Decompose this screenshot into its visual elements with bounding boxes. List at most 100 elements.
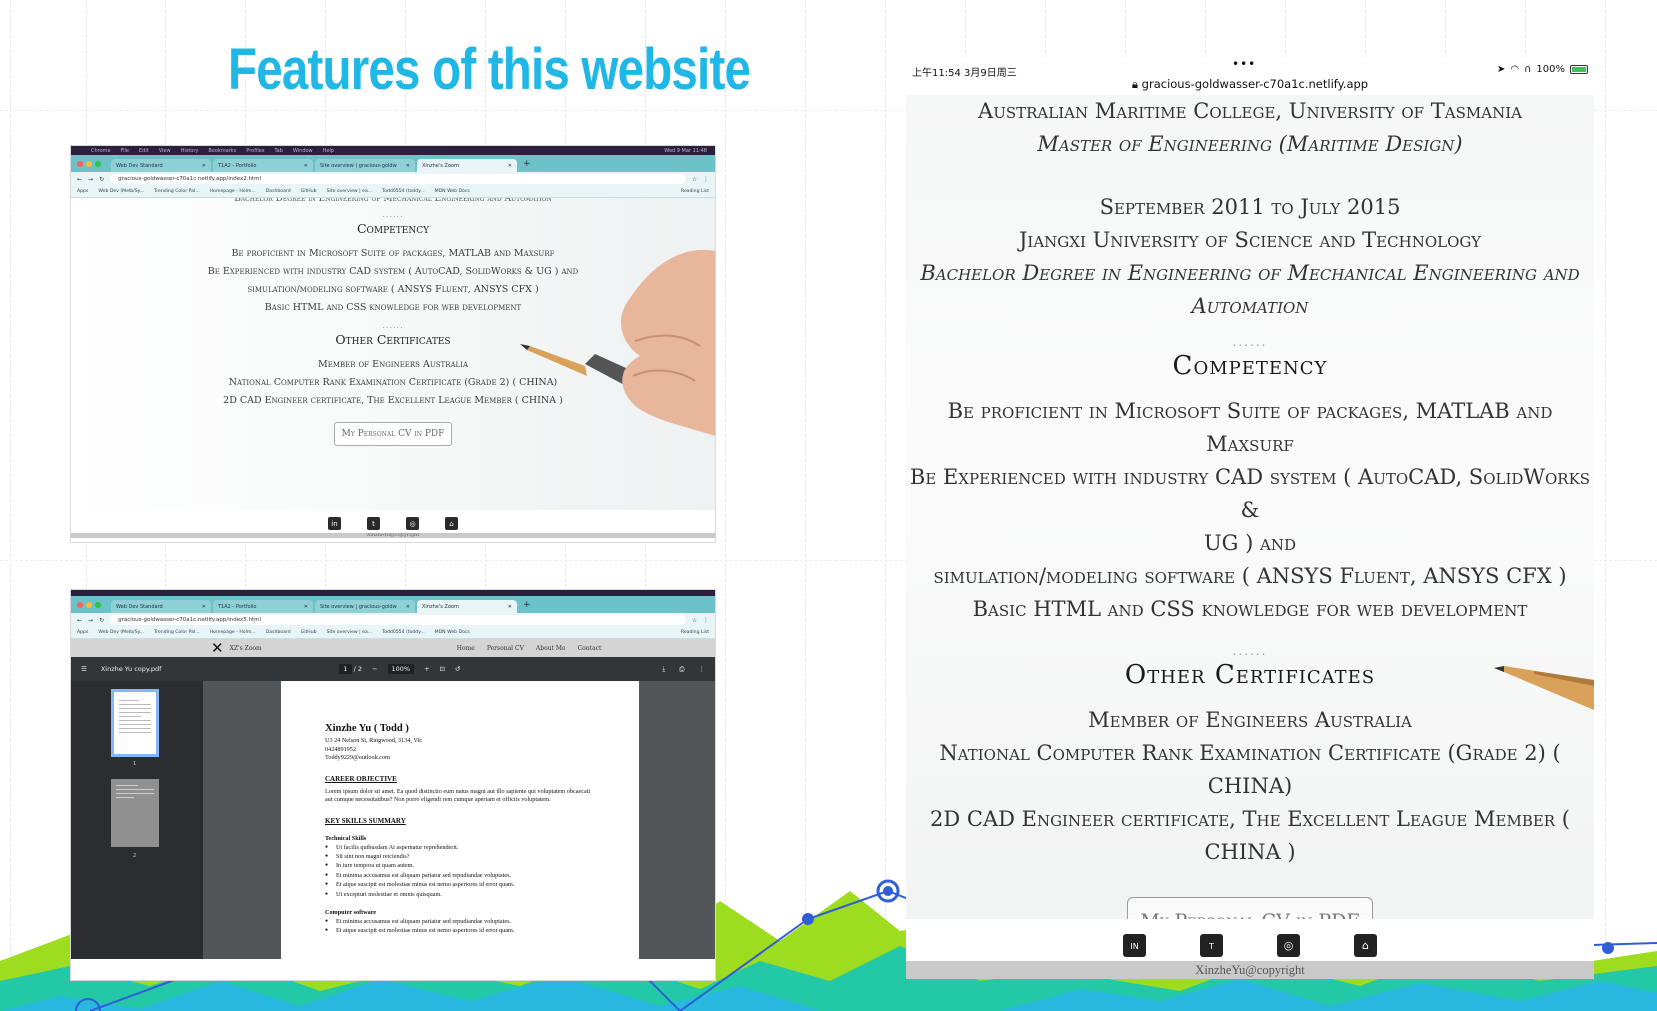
download-icon[interactable]: ⤓ xyxy=(662,665,665,674)
browser-tab[interactable]: Site overview | gracious-goldw ✕ xyxy=(315,600,415,613)
browser-tab-active[interactable]: Xinzhe's Zoom ✕ xyxy=(417,159,517,172)
close-icon[interactable]: ✕ xyxy=(508,163,512,169)
desktop-screenshot-pdf-viewer: Web Dev Standard ✕ T1A2 - Portfolio ✕ Site… xyxy=(71,590,715,980)
bookmark-star-icon[interactable]: ☆ xyxy=(692,176,697,183)
instagram-icon[interactable]: ◎ xyxy=(1277,934,1300,957)
bookmark-item[interactable]: Web Dev (Melb/Sy... xyxy=(98,630,144,635)
zoom-out-icon[interactable]: − xyxy=(372,665,377,673)
safari-url[interactable]: 🔒︎ gracious-goldwasser-c70a1c.netlify.ap… xyxy=(906,77,1594,92)
more-dots-icon[interactable]: ••• xyxy=(1232,57,1256,71)
zoom-level[interactable]: 100% xyxy=(387,664,415,674)
linkedin-icon[interactable]: in xyxy=(1123,934,1146,957)
page-thumbnail[interactable] xyxy=(111,689,159,757)
pdf-body: 1 2 Xinzhe Yu ( Todd ) U3 24 Nelson St, … xyxy=(71,681,715,959)
bookmark-item[interactable]: Reading List xyxy=(681,189,709,194)
close-icon[interactable]: ✕ xyxy=(406,604,410,610)
reload-icon[interactable]: ↻ xyxy=(99,176,104,183)
forward-icon[interactable]: → xyxy=(88,176,93,183)
competency-line: Be Experienced with industry CAD system … xyxy=(909,465,1591,522)
nav-link-home[interactable]: Home xyxy=(457,645,475,652)
bookmark-item[interactable]: Dashboard xyxy=(266,189,291,194)
menu-kebab-icon[interactable]: ⋮ xyxy=(703,617,709,624)
more-options-icon[interactable]: ⋮ xyxy=(699,665,706,674)
url-field[interactable]: gracious-goldwasser-c70a1c.netlify.app/i… xyxy=(110,174,686,184)
bookmark-item[interactable]: Dashboard xyxy=(266,630,291,635)
browser-tab-active[interactable]: Xinzhe's Zoom ✕ xyxy=(417,600,517,613)
zoom-in-icon[interactable]: + xyxy=(424,665,429,673)
menubar-item[interactable]: History xyxy=(181,148,199,154)
slide-title: Features of this website xyxy=(228,37,751,102)
page-thumbnail[interactable] xyxy=(111,779,159,847)
bookmark-item[interactable]: Web Dev (Melb/Sy... xyxy=(98,189,144,194)
bookmark-item[interactable]: Site overview | ea... xyxy=(327,630,373,635)
bookmark-star-icon[interactable]: ☆ xyxy=(692,617,697,624)
instagram-icon[interactable]: ◎ xyxy=(406,517,419,530)
print-icon[interactable]: ⎙ xyxy=(679,665,684,674)
close-icon[interactable]: ✕ xyxy=(304,604,308,610)
close-icon[interactable]: ✕ xyxy=(406,163,410,169)
site-brand[interactable]: ✕ XZ's Zoom xyxy=(211,639,262,657)
browser-tab[interactable]: T1A2 - Portfolio ✕ xyxy=(213,159,313,172)
menubar-item[interactable]: Help xyxy=(323,148,334,154)
sidebar-menu-icon[interactable]: ☰ xyxy=(81,665,87,673)
menubar-item[interactable]: Tab xyxy=(274,148,282,154)
battery-icon xyxy=(1570,65,1588,74)
menubar-item[interactable]: View xyxy=(159,148,171,154)
tab-label: T1A2 - Portfolio xyxy=(218,603,257,610)
menubar-item[interactable]: Window xyxy=(293,148,313,154)
menubar-clock: Wed 9 Mar 11:48 xyxy=(664,147,707,154)
bookmark-item[interactable]: Homepage - Holm... xyxy=(210,189,256,194)
bookmark-item[interactable]: MDN Web Docs xyxy=(435,189,470,194)
back-icon[interactable]: ← xyxy=(77,617,82,624)
personal-cv-button[interactable]: My Personal CV in PDF xyxy=(333,422,453,446)
menubar-item[interactable]: Profiles xyxy=(246,148,264,154)
menubar-item[interactable]: File xyxy=(121,148,129,154)
bookmark-item[interactable]: Reading List xyxy=(681,630,709,635)
rotate-icon[interactable]: ↺ xyxy=(455,665,460,673)
bookmark-item[interactable]: Site overview | ea... xyxy=(327,189,373,194)
bookmark-item[interactable]: Apps xyxy=(77,189,88,194)
nav-link-contact[interactable]: Contact xyxy=(578,645,602,652)
window-controls[interactable] xyxy=(77,601,101,608)
page-total: / 2 xyxy=(353,665,363,673)
close-icon[interactable]: ✕ xyxy=(508,604,512,610)
browser-tab[interactable]: Web Dev Standard ✕ xyxy=(111,159,211,172)
close-icon[interactable]: ✕ xyxy=(202,604,206,610)
twitter-icon[interactable]: t xyxy=(1200,934,1223,957)
nav-link-personal-cv[interactable]: Personal CV xyxy=(487,645,524,652)
menu-kebab-icon[interactable]: ⋮ xyxy=(703,176,709,183)
new-tab-icon[interactable]: + xyxy=(519,600,535,610)
browser-tab[interactable]: Web Dev Standard ✕ xyxy=(111,600,211,613)
fit-page-icon[interactable]: ⊡ xyxy=(440,665,445,673)
back-icon[interactable]: ← xyxy=(77,176,82,183)
menubar-item[interactable]: Chrome xyxy=(91,148,111,154)
menubar-item[interactable]: Bookmarks xyxy=(208,148,236,154)
bookmark-item[interactable]: Todd0554 (toddy... xyxy=(382,189,425,194)
bookmark-item[interactable]: Homepage - Holm... xyxy=(210,630,256,635)
nav-link-about-me[interactable]: About Me xyxy=(536,645,566,652)
close-icon[interactable]: ✕ xyxy=(304,163,308,169)
twitter-icon[interactable]: t xyxy=(367,517,380,530)
window-controls[interactable] xyxy=(77,160,101,167)
github-icon[interactable]: ⌂ xyxy=(445,517,458,530)
tab-label: Web Dev Standard xyxy=(116,603,163,610)
bookmark-item[interactable]: GitHub xyxy=(301,630,317,635)
bookmark-item[interactable]: Apps xyxy=(77,630,88,635)
bookmark-item[interactable]: MDN Web Docs xyxy=(435,630,470,635)
new-tab-icon[interactable]: + xyxy=(519,159,535,169)
bookmark-item[interactable]: Trending Color Pal... xyxy=(154,630,200,635)
github-icon[interactable]: ⌂ xyxy=(1354,934,1377,957)
browser-tab[interactable]: Site overview | gracious-goldw ✕ xyxy=(315,159,415,172)
page-number-input[interactable]: 1 xyxy=(339,664,352,674)
forward-icon[interactable]: → xyxy=(88,617,93,624)
url-field[interactable]: gracious-goldwasser-c70a1c.netlify.app/i… xyxy=(110,615,686,625)
menubar-item[interactable]: Edit xyxy=(139,148,149,154)
bookmark-item[interactable]: GitHub xyxy=(301,189,317,194)
reload-icon[interactable]: ↻ xyxy=(99,617,104,624)
bookmark-item[interactable]: Todd0554 (toddy... xyxy=(382,630,425,635)
browser-tab[interactable]: T1A2 - Portfolio ✕ xyxy=(213,600,313,613)
linkedin-icon[interactable]: in xyxy=(328,517,341,530)
bookmark-item[interactable]: Trending Color Pal... xyxy=(154,189,200,194)
close-icon[interactable]: ✕ xyxy=(202,163,206,169)
address-bar-row: ← → ↻ gracious-goldwasser-c70a1c.netlify… xyxy=(71,613,715,627)
